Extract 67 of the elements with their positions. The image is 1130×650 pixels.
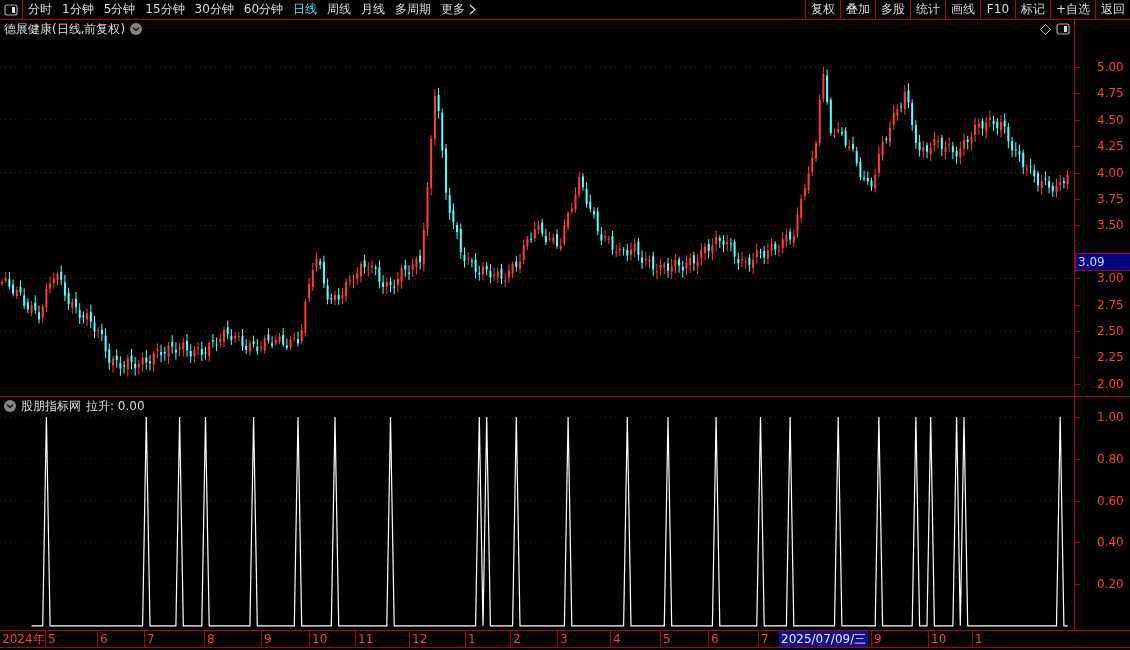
price-axis-label: 2.50 (1097, 324, 1124, 338)
date-axis-label: 2 (513, 631, 521, 647)
period-tab[interactable]: 15分钟 (140, 0, 190, 19)
period-tab[interactable]: 分时 (23, 0, 57, 19)
period-tab[interactable]: 多周期 (390, 0, 437, 19)
price-axis-label: 4.50 (1097, 112, 1124, 127)
period-tab[interactable]: 月线 (356, 0, 391, 19)
date-axis-label: 7 (761, 631, 769, 647)
period-tab[interactable]: 30分钟 (189, 0, 239, 19)
price-axis-label: 2.75 (1097, 297, 1124, 312)
price-axis-label: 5.00 (1097, 60, 1124, 74)
price-axis-label: 4.00 (1097, 165, 1124, 180)
price-axis-label: 3.00 (1097, 271, 1124, 286)
price-axis-label: 2.00 (1097, 376, 1124, 391)
date-axis-label: 9 (874, 631, 882, 647)
indicator-axis-label: 0.20 (1097, 577, 1124, 592)
period-tab[interactable]: 5分钟 (98, 0, 141, 19)
toolbar-button[interactable]: 返回 (1095, 0, 1130, 19)
indicator-axis-label: 0.40 (1097, 535, 1124, 550)
indicator-title: 股朋指标网 (21, 397, 81, 415)
date-axis-label: 1 (975, 631, 983, 647)
date-axis-label: 3 (560, 631, 568, 647)
period-tab[interactable]: 周线 (322, 0, 357, 19)
toolbar-button[interactable]: 多股 (874, 0, 910, 19)
period-tab[interactable]: 1分钟 (57, 0, 99, 19)
current-price-tag: 3.09 (1075, 253, 1130, 271)
period-tab[interactable]: 60分钟 (238, 0, 289, 19)
date-axis-label: 4 (613, 631, 621, 647)
toolbar-button[interactable]: 叠加 (839, 0, 875, 19)
diamond-icon[interactable] (1040, 23, 1051, 35)
more-menu[interactable]: 更多 (436, 0, 482, 19)
indicator-axis-label: 0.80 (1097, 451, 1124, 466)
date-axis-label: 5 (663, 631, 671, 647)
date-axis-label: 10 (931, 631, 947, 647)
date-axis-label: 7 (147, 631, 155, 647)
panel-toggle-icon[interactable] (1056, 23, 1070, 35)
panel-toggle-icon[interactable] (4, 3, 18, 16)
toolbar-button[interactable]: 复权 (804, 0, 840, 19)
date-axis-label: 6 (100, 631, 108, 647)
date-axis-label: 2024年 (2, 631, 45, 647)
indicator-axis-label: 0.60 (1097, 493, 1124, 508)
date-axis-label: 12 (412, 631, 428, 647)
stock-title: 德展健康(日线,前复权) (4, 20, 126, 38)
toolbar-button[interactable]: 画线 (944, 0, 980, 19)
price-axis-label: 3.75 (1097, 192, 1124, 206)
date-axis-label: 5 (48, 631, 56, 647)
date-axis-label: 8 (207, 631, 215, 647)
cursor-date-tag: 2025/07/09/三 (779, 631, 869, 647)
toolbar-button[interactable]: F10 (979, 0, 1015, 19)
price-axis-label: 4.25 (1097, 139, 1124, 154)
indicator-reading: 拉升: 0.00 (86, 397, 145, 415)
price-axis-label: 2.25 (1097, 350, 1124, 365)
date-axis-label: 10 (312, 631, 328, 647)
chevron-down-circle-icon[interactable] (130, 23, 143, 35)
period-tab[interactable]: 日线 (288, 0, 323, 19)
toolbar-button[interactable]: 统计 (909, 0, 945, 19)
date-axis-label: 11 (358, 631, 374, 647)
chevron-right-icon (469, 4, 477, 15)
indicator-axis-label: 1.00 (1097, 410, 1124, 425)
toolbar-button[interactable]: 标记 (1014, 0, 1050, 19)
date-axis-label: 9 (264, 631, 272, 647)
date-axis-label: 6 (711, 631, 719, 647)
price-axis-label: 4.75 (1097, 86, 1124, 101)
toolbar-button[interactable]: +自选 (1049, 0, 1095, 19)
date-axis-label: 1 (468, 631, 476, 647)
chevron-down-circle-icon[interactable] (4, 400, 16, 412)
price-axis-label: 3.50 (1097, 218, 1124, 233)
